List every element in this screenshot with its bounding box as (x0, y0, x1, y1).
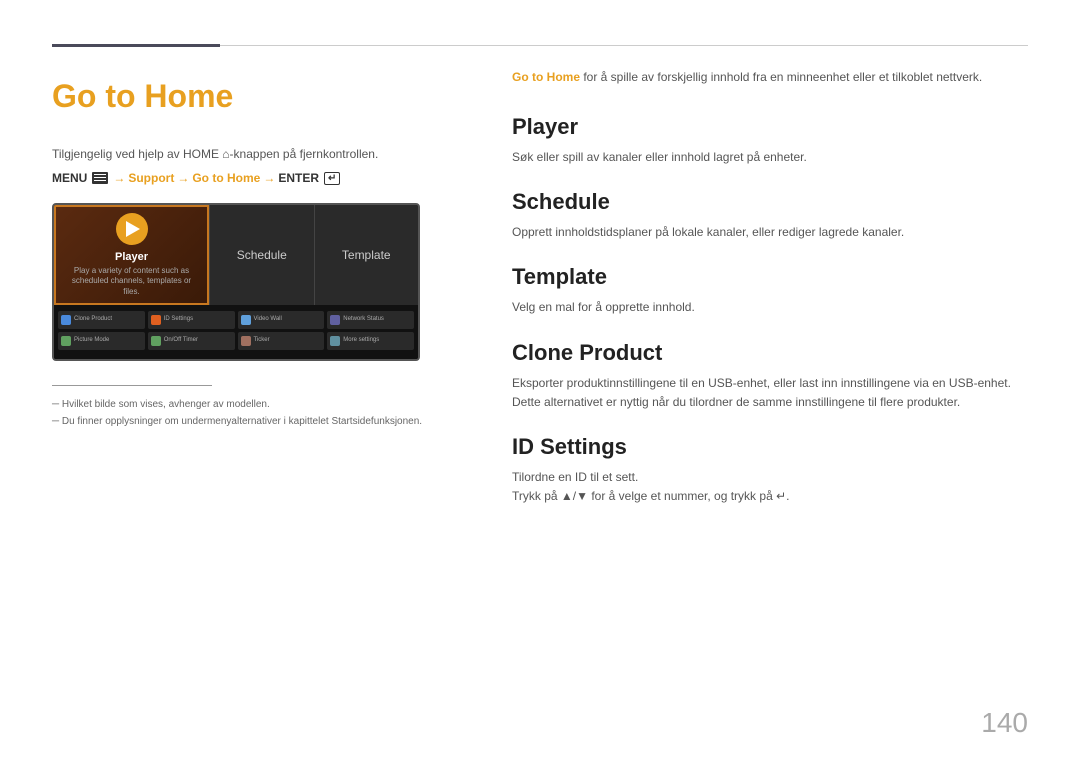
tv-template-cell: Template (314, 205, 419, 305)
footnote-section: Hvilket bilde som vises, avhenger av mod… (52, 396, 472, 430)
section-id-settings-body-1: Tilordne en ID til et sett. (512, 468, 1028, 487)
tv-play-icon (116, 213, 148, 245)
clone-product-icon (61, 315, 71, 325)
id-settings-icon (151, 315, 161, 325)
more-settings-text: More settings (343, 337, 379, 344)
left-column: Go to Home Tilgjengelig ved hjelp av HOM… (52, 68, 472, 430)
section-id-settings-body-2: Trykk på ▲/▼ for å velge et nummer, og t… (512, 487, 1028, 506)
on-off-timer-icon (151, 336, 161, 346)
tv-player-label: Player (115, 251, 148, 263)
footnote-1: Hvilket bilde som vises, avhenger av mod… (52, 396, 472, 413)
picture-mode-text: Picture Mode (74, 337, 109, 344)
tv-schedule-label: Schedule (237, 248, 287, 262)
clone-product-line-1: Dette alternativet er nyttig når du tilo… (512, 393, 1028, 412)
section-clone-product-body: Eksporter produktinnstillingene til en U… (512, 374, 1028, 412)
network-status-icon (330, 315, 340, 325)
tv-icon-row-2: Picture Mode On/Off Timer Ticker More se… (58, 332, 414, 350)
menu-path: MENU → Support → Go to Home → ENTER ↵ (52, 171, 472, 185)
right-intro-rest: for å spille av forskjellig innhold fra … (580, 70, 982, 84)
footnote-2: Du finner opplysninger om undermenyalter… (52, 413, 472, 430)
section-schedule-body: Opprett innholdstidsplaner på lokale kan… (512, 223, 1028, 242)
menu-icon (92, 172, 108, 184)
tv-icon-id-settings: ID Settings (148, 311, 235, 329)
menu-label: MENU (52, 171, 87, 185)
right-intro-line: Go to Home for å spille av forskjellig i… (512, 68, 1028, 86)
video-wall-text: Video Wall (254, 316, 282, 323)
section-clone-product-title: Clone Product (512, 340, 1028, 366)
support-link: Support (128, 171, 174, 185)
section-player-body: Søk eller spill av kanaler eller innhold… (512, 148, 1028, 167)
tv-icon-ticker: Ticker (238, 332, 325, 350)
footnote-divider (52, 385, 212, 386)
arrow-3: → (263, 171, 275, 185)
picture-mode-icon (61, 336, 71, 346)
section-template: Template Velg en mal for å opprette innh… (512, 264, 1028, 317)
intro-text: Tilgjengelig ved hjelp av HOME ⌂-knappen… (52, 145, 472, 163)
tv-icon-row-1: Clone Product ID Settings Video Wall Net… (58, 311, 414, 329)
on-off-timer-text: On/Off Timer (164, 337, 198, 344)
top-line-dark (52, 44, 220, 47)
page-number: 140 (981, 707, 1028, 739)
arrow-2: → (177, 171, 189, 185)
tv-icon-more-settings: More settings (327, 332, 414, 350)
tv-icon-on-off-timer: On/Off Timer (148, 332, 235, 350)
enter-label: ENTER (278, 171, 319, 185)
section-player-title: Player (512, 114, 1028, 140)
top-decorative-lines (52, 44, 1028, 47)
tv-player-sublabel: Play a variety of content such as schedu… (66, 266, 197, 297)
section-schedule: Schedule Opprett innholdstidsplaner på l… (512, 189, 1028, 242)
enter-icon: ↵ (324, 172, 340, 185)
ticker-text: Ticker (254, 337, 270, 344)
section-player: Player Søk eller spill av kanaler eller … (512, 114, 1028, 167)
arrow-1: → (113, 171, 125, 185)
tv-icon-grid: Clone Product ID Settings Video Wall Net… (54, 305, 418, 359)
top-line-light (220, 45, 1028, 46)
section-template-title: Template (512, 264, 1028, 290)
tv-icon-video-wall: Video Wall (238, 311, 325, 329)
tv-screen-mockup: Player Play a variety of content such as… (52, 203, 420, 361)
section-template-body: Velg en mal for å opprette innhold. (512, 298, 1028, 317)
network-status-text: Network Status (343, 316, 384, 323)
ticker-icon (241, 336, 251, 346)
more-settings-icon (330, 336, 340, 346)
section-schedule-title: Schedule (512, 189, 1028, 215)
id-settings-text: ID Settings (164, 316, 193, 323)
tv-icon-picture-mode: Picture Mode (58, 332, 145, 350)
tv-icon-clone-product: Clone Product (58, 311, 145, 329)
go-to-home-link: Go to Home (192, 171, 260, 185)
clone-product-line-0: Eksporter produktinnstillingene til en U… (512, 374, 1028, 393)
right-intro-highlight: Go to Home (512, 70, 580, 84)
page-container: Go to Home Tilgjengelig ved hjelp av HOM… (0, 0, 1080, 763)
page-title: Go to Home (52, 78, 472, 115)
right-column: Go to Home for å spille av forskjellig i… (512, 68, 1028, 528)
tv-template-label: Template (342, 248, 391, 262)
tv-menu-bar: Player Play a variety of content such as… (54, 205, 418, 305)
video-wall-icon (241, 315, 251, 325)
tv-player-cell: Player Play a variety of content such as… (54, 205, 209, 305)
clone-product-text: Clone Product (74, 316, 112, 323)
tv-icon-network-status: Network Status (327, 311, 414, 329)
section-id-settings: ID Settings Tilordne en ID til et sett. … (512, 434, 1028, 506)
section-id-settings-title: ID Settings (512, 434, 1028, 460)
section-clone-product: Clone Product Eksporter produktinnstilli… (512, 340, 1028, 412)
tv-schedule-cell: Schedule (209, 205, 314, 305)
